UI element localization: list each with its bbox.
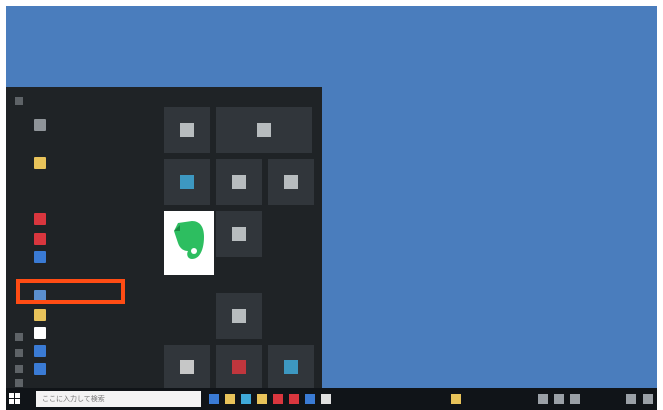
app-icon <box>34 327 46 339</box>
app-item[interactable] <box>34 307 158 323</box>
menu-icon[interactable] <box>15 97 23 105</box>
mail-icon <box>257 123 271 137</box>
taskbar-search-box[interactable]: ここに入力して検索 <box>36 391 201 407</box>
edge-tile[interactable] <box>164 159 210 205</box>
network-icon[interactable] <box>538 394 548 404</box>
app-icon <box>34 233 46 245</box>
volume-icon[interactable] <box>554 394 564 404</box>
app-folder[interactable] <box>34 155 158 171</box>
evernote-tile[interactable] <box>164 211 214 275</box>
app-icon <box>232 309 246 323</box>
app-item[interactable] <box>34 343 158 359</box>
list-letter <box>34 95 158 111</box>
app-icon <box>34 251 46 263</box>
calendar-tile[interactable] <box>164 107 210 153</box>
app-item[interactable] <box>34 173 158 189</box>
photos-icon <box>232 175 246 189</box>
search-placeholder: ここに入力して検索 <box>42 395 105 403</box>
start-menu <box>6 87 322 388</box>
app-item[interactable] <box>34 189 158 205</box>
app-icon <box>180 359 194 374</box>
calendar-icon <box>180 123 194 137</box>
folder-icon <box>34 157 46 169</box>
battery-icon[interactable] <box>570 394 580 404</box>
edge-icon <box>180 175 194 189</box>
app-icon <box>34 363 46 375</box>
app-icon <box>232 227 246 241</box>
edge-icon[interactable] <box>241 394 251 404</box>
app-icon <box>284 175 298 189</box>
windows-start-icon[interactable] <box>9 393 20 404</box>
tile-grid <box>164 107 314 388</box>
photos-tile[interactable] <box>216 159 262 205</box>
start-rail <box>6 87 32 388</box>
app-item[interactable] <box>34 211 158 227</box>
folder-icon <box>34 309 46 321</box>
app-icon <box>232 359 246 374</box>
task-view-icon[interactable] <box>209 394 219 404</box>
app-item[interactable] <box>34 249 158 265</box>
mail-icon[interactable] <box>273 394 283 404</box>
power-icon[interactable] <box>15 379 23 387</box>
app-icon <box>34 119 46 131</box>
clock-icon[interactable] <box>626 394 636 404</box>
app-tile[interactable] <box>268 345 314 388</box>
tray-app-icon[interactable] <box>451 394 461 404</box>
app-tile[interactable] <box>216 211 262 257</box>
user-icon[interactable] <box>15 333 23 341</box>
notification-icon[interactable] <box>643 394 653 404</box>
settings-icon[interactable] <box>15 365 23 373</box>
highlight-box <box>16 279 125 304</box>
app-tile[interactable] <box>164 345 210 388</box>
mail-tile[interactable] <box>216 107 312 153</box>
app-icon <box>284 359 298 374</box>
app-icon <box>34 213 46 225</box>
explorer-icon[interactable] <box>225 394 235 404</box>
store-icon[interactable] <box>257 394 267 404</box>
app-item[interactable] <box>34 325 158 341</box>
photos-icon[interactable] <box>305 394 315 404</box>
office-icon[interactable] <box>289 394 299 404</box>
app-tile[interactable] <box>268 159 314 205</box>
extra-icon[interactable] <box>321 394 331 404</box>
app-icon <box>34 345 46 357</box>
app-item[interactable] <box>34 117 158 133</box>
evernote-elephant-icon <box>174 221 204 259</box>
taskbar: ここに入力して検索 <box>6 388 657 410</box>
app-tile[interactable] <box>216 345 262 388</box>
app-item[interactable] <box>34 231 158 247</box>
documents-icon[interactable] <box>15 349 23 357</box>
app-item[interactable] <box>34 361 158 377</box>
app-tile[interactable] <box>216 293 262 339</box>
